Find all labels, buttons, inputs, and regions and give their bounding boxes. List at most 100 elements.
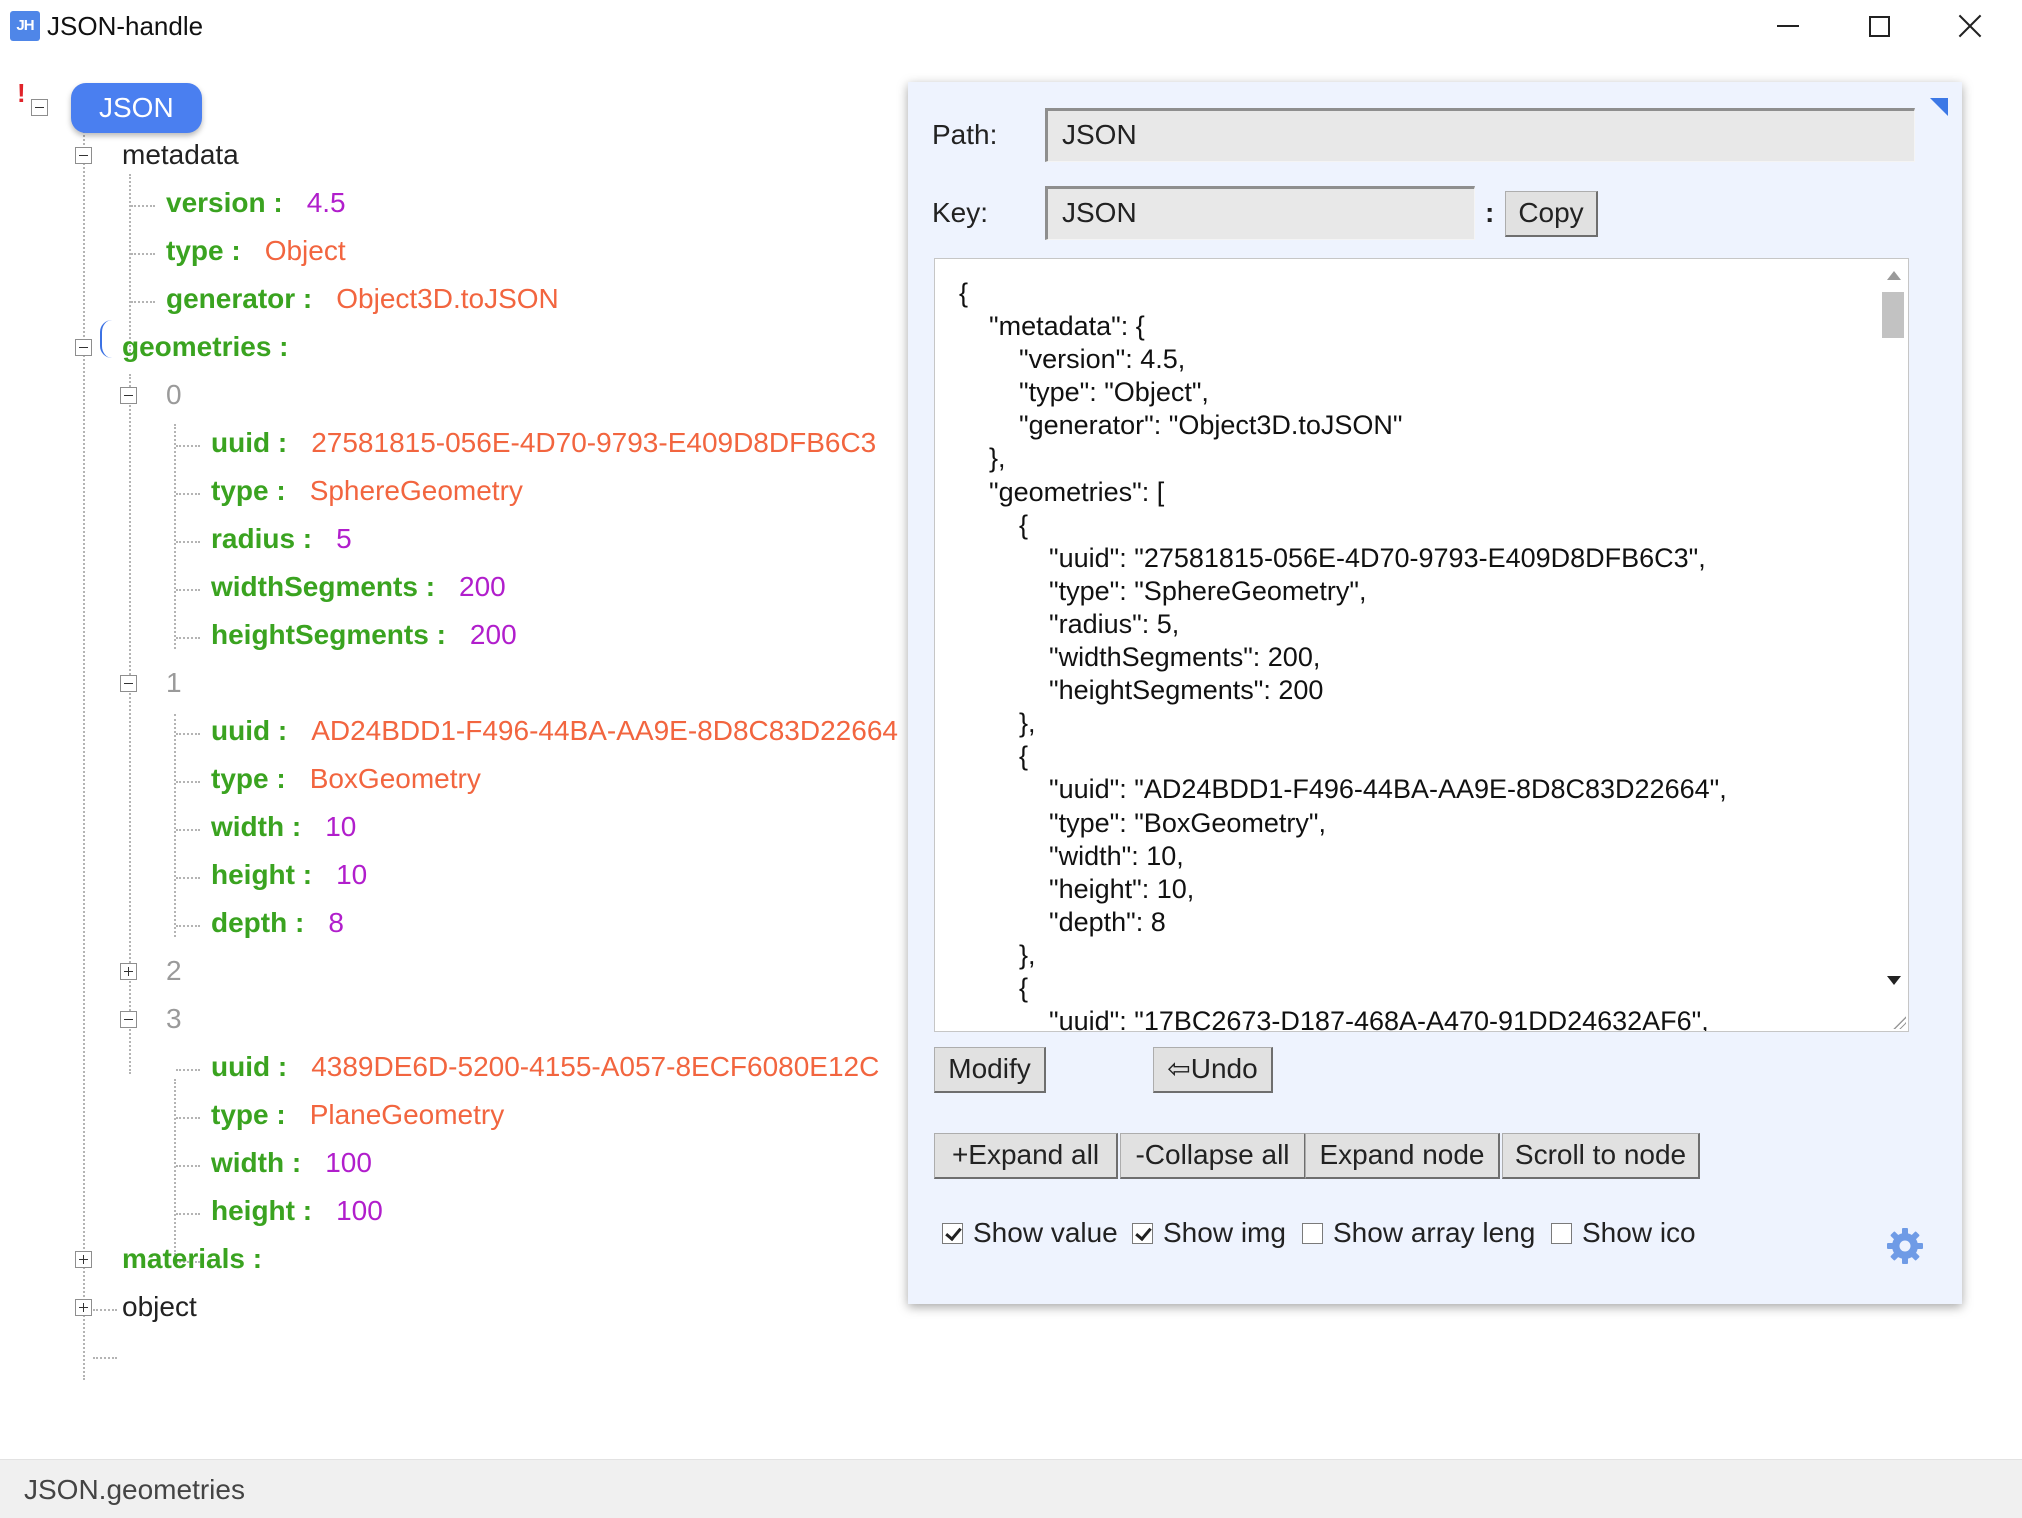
status-path: JSON.geometries	[24, 1472, 245, 1508]
tree-node-type[interactable]: type :SphereGeometry	[211, 471, 523, 511]
node-key: width :	[211, 1147, 301, 1178]
tree-node-uuid[interactable]: uuid :AD24BDD1-F496-44BA-AA9E-8D8C83D226…	[211, 711, 898, 751]
show-value-checkbox[interactable]: Show value	[942, 1213, 1118, 1253]
show-array-length-checkbox[interactable]: Show array leng	[1302, 1213, 1535, 1253]
collapse-icon[interactable]	[120, 387, 137, 404]
modify-button[interactable]: Modify	[934, 1047, 1046, 1093]
close-icon	[1958, 14, 1982, 38]
tree-connector	[176, 1117, 200, 1119]
json-tree: ! JSON metadata version :4.5 type : Objec…	[0, 54, 905, 1459]
node-value: 27581815-056E-4D70-9793-E409D8DFB6C3	[311, 427, 876, 458]
tree-connector	[131, 301, 155, 303]
node-value: 8	[328, 907, 344, 938]
tree-node-version[interactable]: version :4.5	[166, 183, 346, 223]
undo-button[interactable]: ⇦Undo	[1153, 1047, 1273, 1093]
node-key: type :	[211, 475, 286, 506]
tree-node-height[interactable]: height :10	[211, 855, 367, 895]
tree-connector	[176, 925, 200, 927]
scroll-down-icon[interactable]	[1887, 976, 1901, 985]
node-value: Object	[265, 235, 346, 266]
tree-node-materials[interactable]: materials :	[122, 1239, 262, 1279]
vertical-scrollbar[interactable]	[1878, 259, 1908, 1031]
collapse-icon[interactable]	[75, 339, 92, 356]
maximize-button[interactable]	[1835, 0, 1923, 52]
expand-icon[interactable]	[120, 963, 137, 980]
tree-node-widthsegments[interactable]: widthSegments :200	[211, 567, 506, 607]
tree-node-index[interactable]: 3	[166, 999, 182, 1039]
node-value: PlaneGeometry	[310, 1099, 505, 1130]
tree-connector	[176, 445, 200, 447]
show-ico-checkbox[interactable]: Show ico	[1551, 1213, 1696, 1253]
panel-toggle-icon[interactable]	[1930, 98, 1948, 116]
node-value: 10	[325, 811, 356, 842]
collapse-icon[interactable]	[31, 99, 48, 116]
settings-gear-icon[interactable]	[1885, 1226, 1925, 1266]
scroll-thumb[interactable]	[1882, 292, 1904, 338]
node-key: type :	[166, 235, 241, 266]
tree-connector	[131, 253, 155, 255]
expand-node-button[interactable]: Expand node	[1305, 1133, 1500, 1179]
app-icon: JH	[10, 11, 40, 41]
error-indicator: !	[17, 78, 26, 109]
node-value: 200	[470, 619, 517, 650]
tree-node-height[interactable]: height :100	[211, 1191, 383, 1231]
tree-node-index[interactable]: 2	[166, 951, 182, 991]
collapse-icon[interactable]	[75, 147, 92, 164]
copy-button[interactable]: Copy	[1505, 191, 1598, 237]
tree-node-width[interactable]: width : 10	[211, 807, 356, 847]
tree-node-object[interactable]: object	[122, 1287, 197, 1327]
json-text[interactable]: { "metadata": { "version": 4.5, "type": …	[959, 277, 1727, 1032]
node-key: width :	[211, 811, 301, 842]
node-key: height :	[211, 859, 312, 890]
tree-connector	[93, 1309, 117, 1311]
expand-icon[interactable]	[75, 1299, 92, 1316]
tree-node-metadata[interactable]: metadata	[122, 135, 239, 175]
show-img-checkbox[interactable]: Show img	[1132, 1213, 1286, 1253]
checkbox-checked-icon	[1132, 1223, 1153, 1244]
checkbox-unchecked-icon	[1551, 1223, 1572, 1244]
resize-grip-icon[interactable]	[1892, 1015, 1906, 1029]
minimize-button[interactable]	[1744, 0, 1832, 52]
tree-root-node[interactable]: JSON	[71, 83, 202, 133]
checkbox-label: Show value	[973, 1217, 1118, 1248]
tree-node-generator[interactable]: generator :Object3D.toJSON	[166, 279, 559, 319]
tree-node-index[interactable]: 0	[166, 375, 182, 415]
tree-node-type[interactable]: type :BoxGeometry	[211, 759, 481, 799]
path-field[interactable]: JSON	[1045, 108, 1915, 162]
close-button[interactable]	[1926, 0, 2014, 52]
node-value: 200	[459, 571, 506, 602]
tree-node-heightsegments[interactable]: heightSegments :200	[211, 615, 517, 655]
tree-connector	[176, 589, 200, 591]
tree-node-uuid[interactable]: uuid :4389DE6D-5200-4155-A057-8ECF6080E1…	[211, 1047, 879, 1087]
node-key: uuid :	[211, 427, 287, 458]
key-colon: :	[1485, 193, 1494, 233]
tree-node-type[interactable]: type : Object	[166, 231, 346, 271]
node-key: height :	[211, 1195, 312, 1226]
checkbox-label: Show img	[1163, 1217, 1286, 1248]
node-key: depth :	[211, 907, 304, 938]
tree-connector	[176, 493, 200, 495]
collapse-all-button[interactable]: -Collapse all	[1120, 1133, 1306, 1179]
expand-icon[interactable]	[75, 1251, 92, 1268]
key-field[interactable]: JSON	[1045, 186, 1475, 240]
tree-connector	[176, 1069, 200, 1071]
node-key: generator :	[166, 283, 312, 314]
collapse-icon[interactable]	[120, 1011, 137, 1028]
tree-node-radius[interactable]: radius :5	[211, 519, 352, 559]
maximize-icon	[1869, 16, 1890, 37]
tree-node-geometries[interactable]: geometries :	[122, 327, 289, 367]
expand-all-button[interactable]: +Expand all	[934, 1133, 1118, 1179]
tree-connector	[176, 637, 200, 639]
tree-connector	[176, 1165, 200, 1167]
tree-connector	[93, 1357, 117, 1359]
scroll-to-node-button[interactable]: Scroll to node	[1502, 1133, 1700, 1179]
tree-node-uuid[interactable]: uuid : 27581815-056E-4D70-9793-E409D8DFB6…	[211, 423, 876, 463]
tree-node-depth[interactable]: depth : 8	[211, 903, 344, 943]
json-text-area[interactable]: { "metadata": { "version": 4.5, "type": …	[934, 258, 1909, 1032]
scroll-up-icon[interactable]	[1887, 271, 1901, 280]
node-key: type :	[211, 763, 286, 794]
tree-node-type[interactable]: type :PlaneGeometry	[211, 1095, 504, 1135]
tree-node-width[interactable]: width :100	[211, 1143, 372, 1183]
tree-node-index[interactable]: 1	[166, 663, 182, 703]
collapse-icon[interactable]	[120, 675, 137, 692]
